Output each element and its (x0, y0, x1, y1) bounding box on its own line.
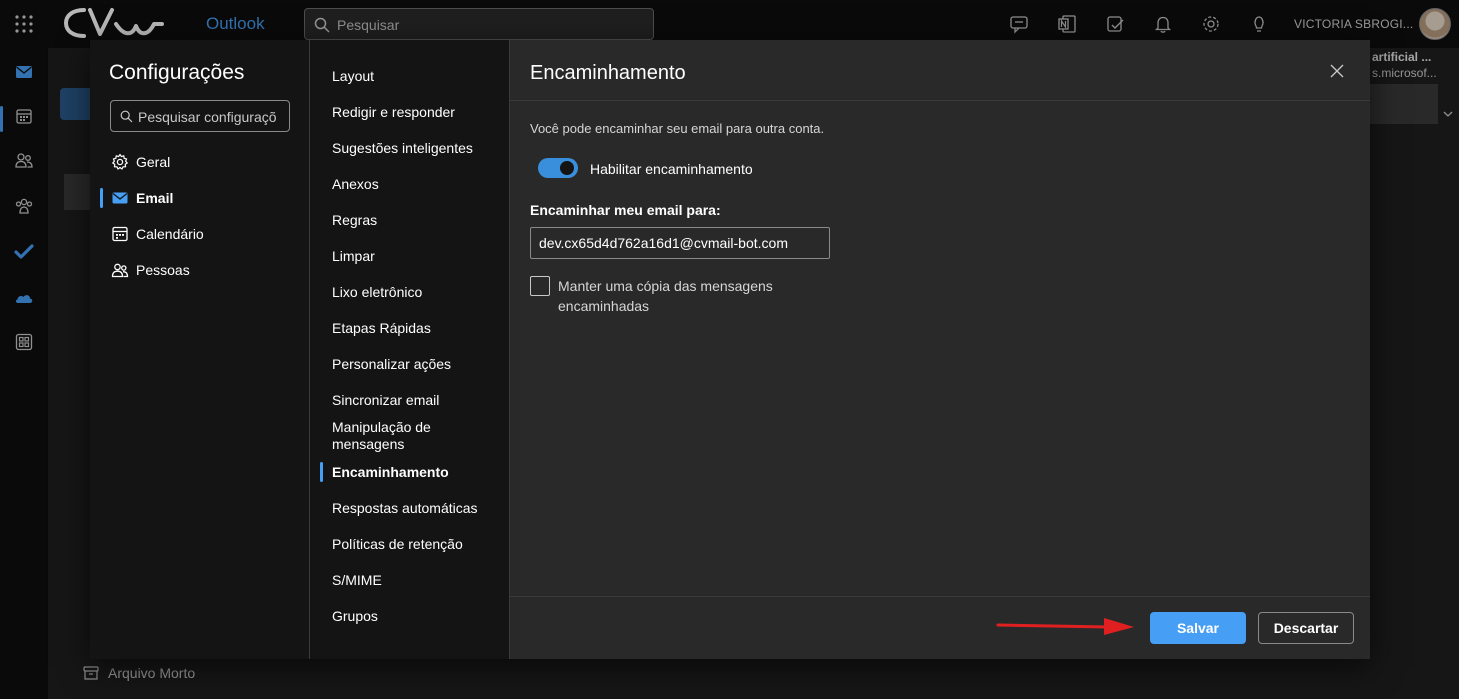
settings-search-box[interactable] (110, 100, 290, 132)
close-icon[interactable] (1326, 60, 1348, 82)
mail-icon (112, 192, 128, 204)
section-personalizar-acoes[interactable]: Personalizar ações (332, 356, 502, 373)
category-label: Pessoas (136, 262, 190, 278)
forwarding-description: Você pode encaminhar seu email para outr… (530, 121, 825, 136)
keep-copy-label[interactable]: Manter uma cópia das mensagens encaminha… (558, 276, 818, 316)
section-respostas-automaticas[interactable]: Respostas automáticas (332, 500, 502, 517)
settings-categories-pane: Configurações Geral Email (90, 40, 310, 659)
forward-to-label: Encaminhar meu email para: (530, 202, 721, 218)
section-anexos[interactable]: Anexos (332, 176, 502, 193)
discard-button[interactable]: Descartar (1258, 612, 1354, 644)
settings-dialog: Configurações Geral Email (90, 40, 1370, 659)
divider (510, 100, 1370, 101)
active-indicator (100, 188, 103, 208)
divider (510, 596, 1370, 597)
section-sincronizar-email[interactable]: Sincronizar email (332, 392, 502, 409)
email-sections-pane: Layout Redigir e responder Sugestões int… (310, 40, 510, 659)
calendar-icon (112, 226, 128, 242)
section-layout[interactable]: Layout (332, 68, 502, 85)
section-regras[interactable]: Regras (332, 212, 502, 229)
category-label: Calendário (136, 226, 204, 242)
pane-title: Encaminhamento (530, 62, 686, 84)
section-smime[interactable]: S/MIME (332, 572, 502, 589)
category-email[interactable]: Email (100, 182, 300, 214)
section-etapas-rapidas[interactable]: Etapas Rápidas (332, 320, 502, 337)
annotation-arrow-icon (996, 618, 1134, 635)
section-limpar[interactable]: Limpar (332, 248, 502, 265)
category-geral[interactable]: Geral (100, 146, 300, 178)
settings-search-input[interactable] (138, 107, 288, 127)
gear-icon (112, 153, 128, 170)
section-politicas-retencao[interactable]: Políticas de retenção (332, 536, 502, 553)
category-label: Geral (136, 154, 171, 170)
active-indicator (320, 462, 323, 482)
section-encaminhamento[interactable]: Encaminhamento (332, 464, 502, 481)
forward-to-input[interactable] (530, 227, 830, 259)
category-pessoas[interactable]: Pessoas (100, 254, 300, 286)
section-lixo-eletronico[interactable]: Lixo eletrônico (332, 284, 502, 301)
people-icon (111, 263, 129, 278)
save-button[interactable]: Salvar (1150, 612, 1246, 644)
section-manipulacao-mensagens[interactable]: Manipulação de mensagens (332, 419, 452, 453)
search-icon (120, 110, 133, 123)
category-label: Email (136, 190, 174, 206)
section-sugestoes[interactable]: Sugestões inteligentes (332, 140, 502, 157)
section-redigir[interactable]: Redigir e responder (332, 104, 502, 121)
enable-forwarding-toggle[interactable] (538, 158, 578, 178)
forwarding-pane: Encaminhamento Você pode encaminhar seu … (510, 40, 1370, 659)
category-calendario[interactable]: Calendário (100, 218, 300, 250)
toggle-knob (560, 161, 574, 175)
keep-copy-checkbox[interactable] (530, 276, 550, 296)
enable-forwarding-label[interactable]: Habilitar encaminhamento (590, 161, 753, 177)
section-grupos[interactable]: Grupos (332, 608, 502, 625)
settings-title: Configurações (109, 61, 245, 84)
